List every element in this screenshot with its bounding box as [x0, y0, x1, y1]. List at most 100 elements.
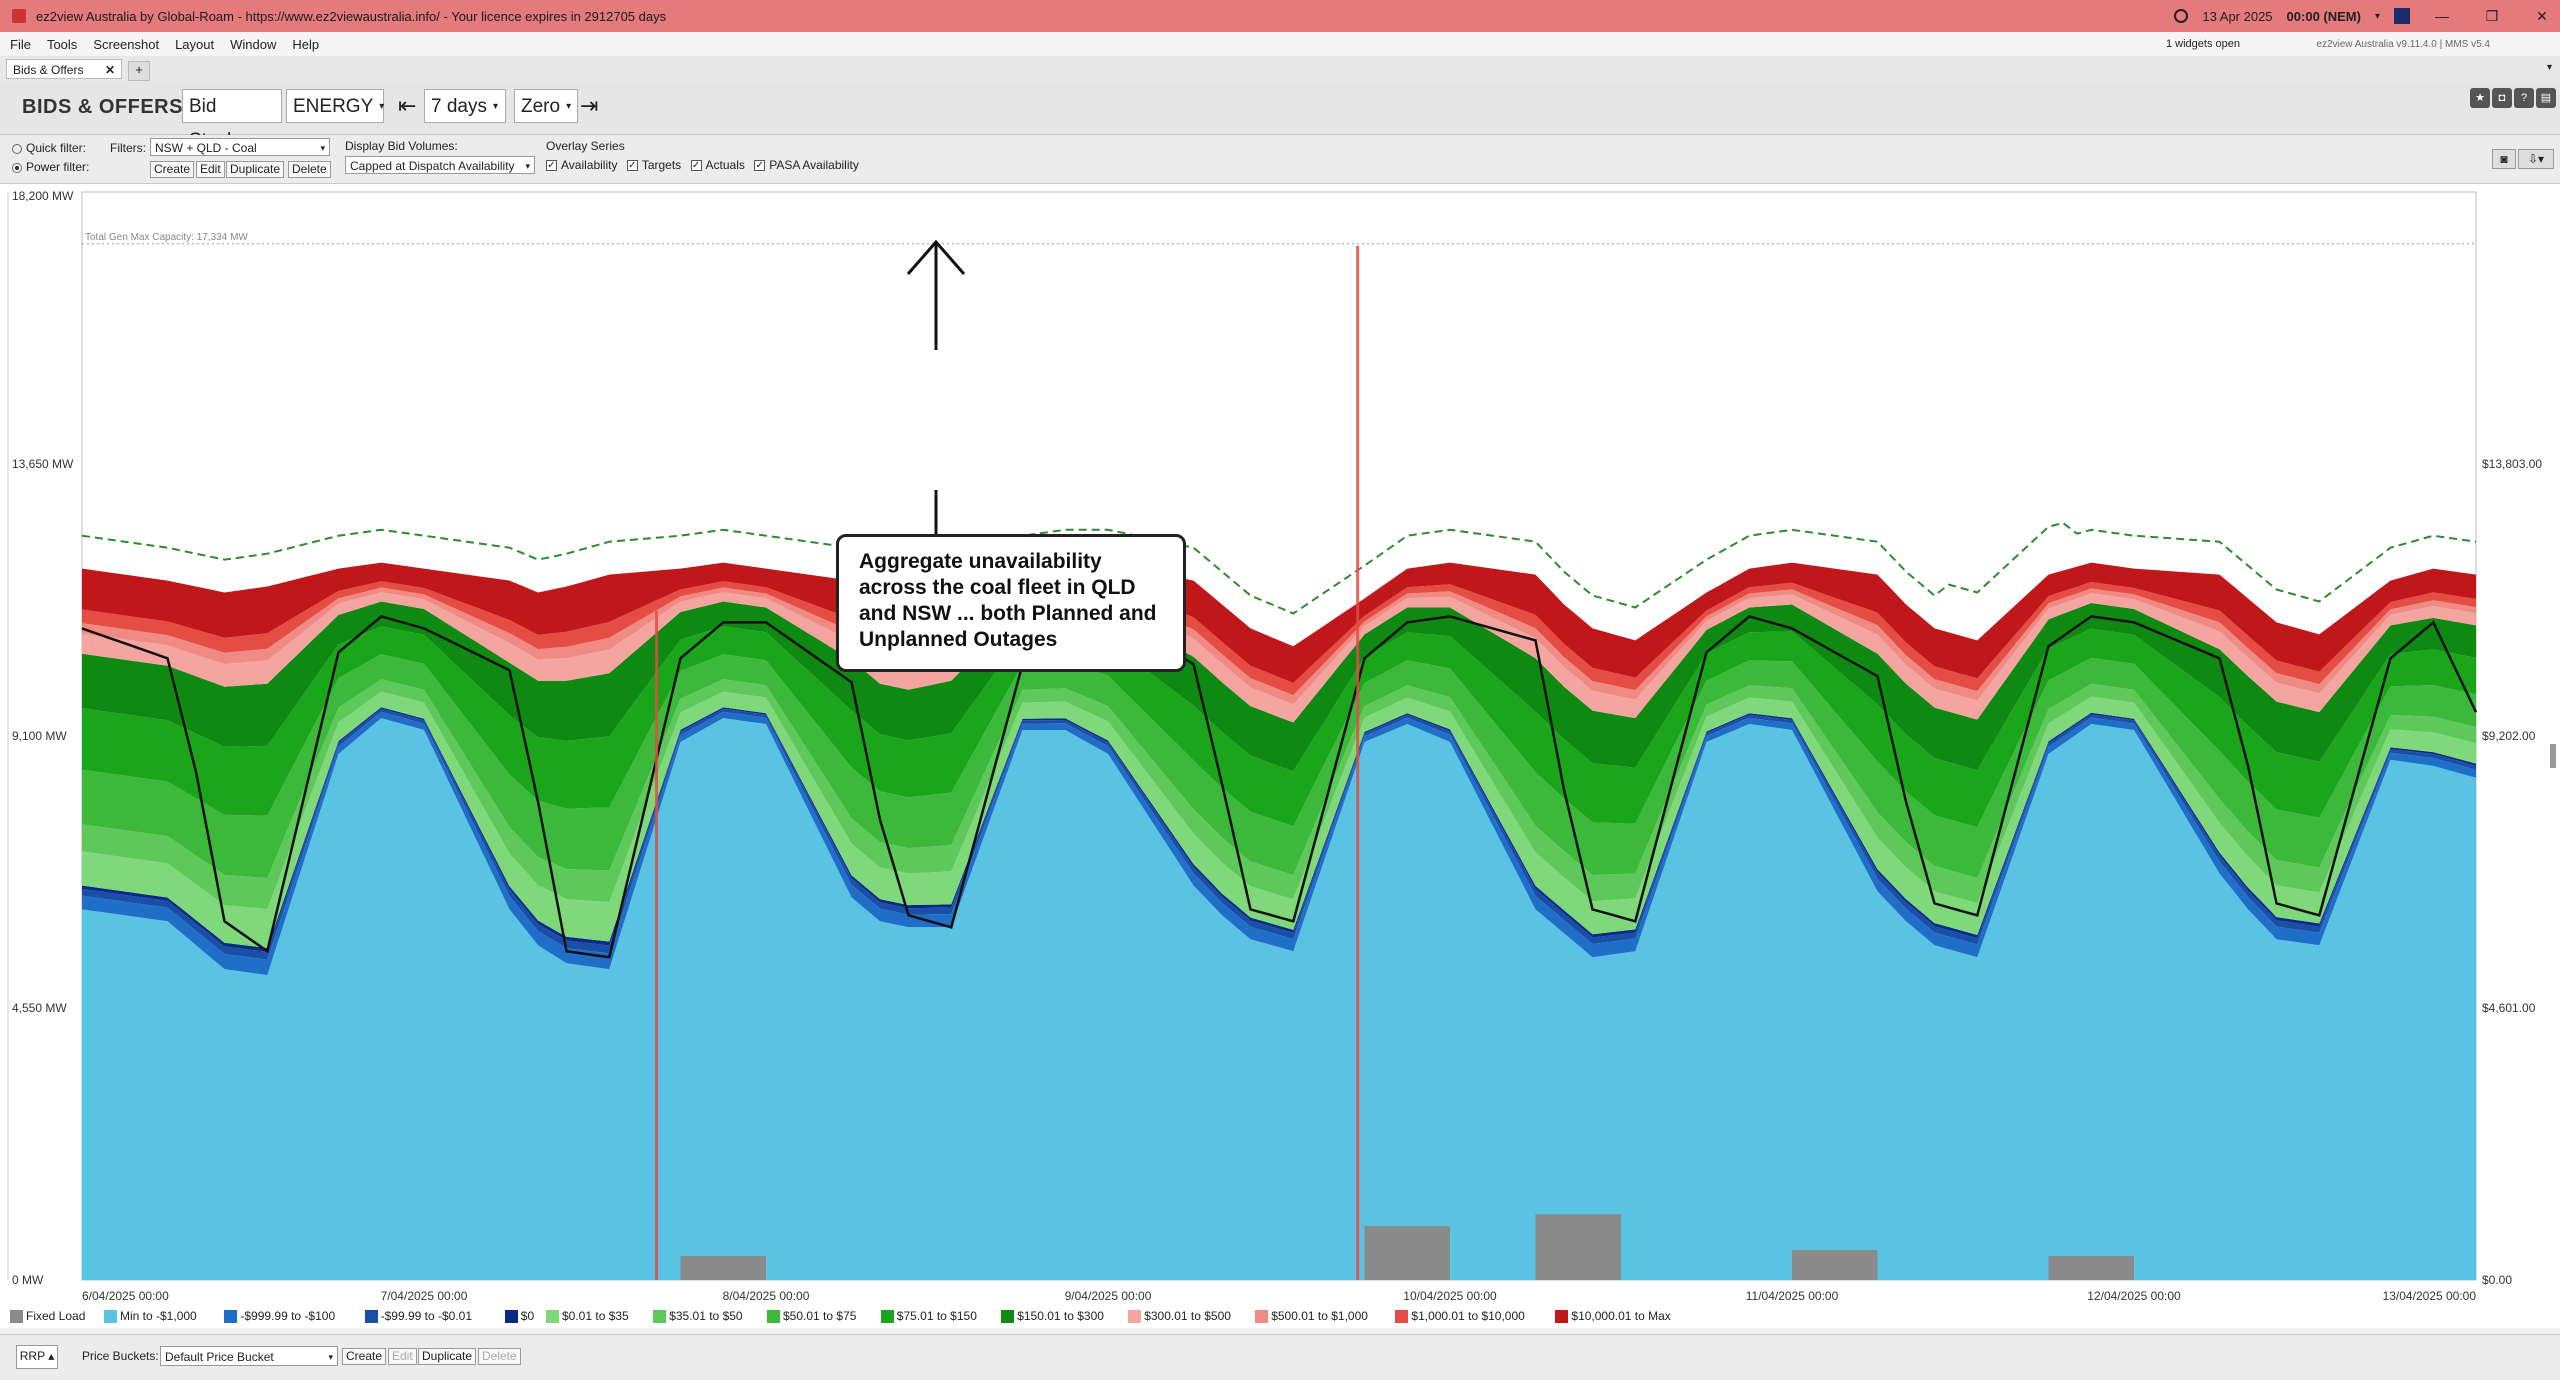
- chevron-down-icon: ▾: [566, 101, 572, 112]
- quick-filter-label: Quick filter:: [26, 141, 87, 155]
- duplicate-bucket-button[interactable]: Duplicate: [418, 1348, 477, 1365]
- overlay-availability-checkbox[interactable]: ✓ Availability: [546, 158, 623, 172]
- chevron-down-icon[interactable]: ▾: [2547, 62, 2552, 73]
- chart-legend: Fixed Load Min to -$1,000 -$999.99 to -$10…: [0, 1304, 2560, 1328]
- legend-item[interactable]: -$999.99 to -$100: [224, 1309, 335, 1324]
- legend-item[interactable]: Fixed Load: [10, 1309, 85, 1324]
- range-select[interactable]: 7 days ▾: [424, 89, 506, 123]
- overlay-pasa-checkbox[interactable]: ✓ PASA Availability: [754, 158, 865, 172]
- menu-tools[interactable]: Tools: [47, 37, 77, 52]
- legend-item[interactable]: $35.01 to $50: [653, 1309, 743, 1324]
- filter-select[interactable]: NSW + QLD - Coal ▾: [150, 138, 330, 156]
- chevron-down-icon: ▾: [525, 161, 530, 171]
- legend-swatch: [767, 1310, 780, 1324]
- market-date[interactable]: 13 Apr 2025: [2202, 9, 2272, 24]
- minimize-button[interactable]: —: [2424, 8, 2460, 24]
- fixed-load-block: [1364, 1226, 1450, 1280]
- legend-label: $150.01 to $300: [1017, 1309, 1104, 1323]
- overlay-label: PASA Availability: [769, 158, 859, 172]
- legend-item[interactable]: $0.01 to $35: [546, 1309, 629, 1324]
- chevron-down-icon[interactable]: ▾: [2375, 11, 2380, 22]
- duplicate-filter-button[interactable]: Duplicate: [226, 161, 285, 178]
- menu-file[interactable]: File: [10, 37, 31, 52]
- y2-tick-label: $13,803.00: [2482, 457, 2542, 471]
- first-interval-button[interactable]: ⇤: [398, 93, 416, 119]
- legend-item[interactable]: $0: [504, 1309, 534, 1324]
- legend-swatch: [880, 1310, 894, 1324]
- clock-icon: [2174, 9, 2189, 23]
- legend-item[interactable]: $10,000.01 to Max: [1555, 1309, 1671, 1324]
- power-filter-radio[interactable]: Power filter:: [12, 160, 89, 174]
- bid-stack-chart[interactable]: Total Gen Max Capacity: 17,334 MW 18,200 …: [0, 184, 2560, 1304]
- x-tick-label: 10/04/2025 00:00: [1403, 1289, 1497, 1303]
- window-title: ez2view Australia by Global-Roam - https…: [36, 8, 667, 24]
- delete-filter-button[interactable]: Delete: [288, 161, 331, 178]
- rrp-toggle-button[interactable]: RRP ▴: [16, 1345, 58, 1369]
- bid-stack-chart-area: Total Gen Max Capacity: 17,334 MW 18,200 …: [0, 184, 2560, 1304]
- close-button[interactable]: ✕: [2524, 8, 2560, 25]
- edit-filter-button[interactable]: Edit: [196, 161, 225, 178]
- edit-bucket-button[interactable]: Edit: [388, 1348, 417, 1365]
- create-filter-button[interactable]: Create: [150, 161, 195, 178]
- last-interval-button[interactable]: ⇥: [580, 93, 598, 119]
- export-icon[interactable]: ⇩▾: [2518, 149, 2554, 169]
- y2-tick-label: $4,601.00: [2482, 1001, 2536, 1015]
- create-bucket-button[interactable]: Create: [342, 1348, 387, 1365]
- market-select-value: ENERGY: [293, 96, 374, 118]
- help-icon[interactable]: ?: [2514, 88, 2534, 108]
- menu-help[interactable]: Help: [292, 37, 319, 52]
- overlay-targets-checkbox[interactable]: ✓ Targets: [626, 158, 687, 172]
- view-select[interactable]: Bid Stack▾: [182, 89, 282, 151]
- camera-icon[interactable]: ◘: [2492, 88, 2512, 108]
- legend-label: $35.01 to $50: [669, 1309, 743, 1323]
- tab-bids-offers[interactable]: Bids & Offers ✕: [6, 59, 122, 79]
- legend-label: $300.01 to $500: [1144, 1309, 1231, 1323]
- title-bar: ez2view Australia by Global-Roam - https…: [0, 0, 2560, 32]
- price-bucket-select[interactable]: Default Price Bucket ▾: [160, 1346, 338, 1366]
- legend-item[interactable]: $1,000.01 to $10,000: [1395, 1309, 1525, 1324]
- bid-volumes-select[interactable]: Capped at Dispatch Availability ▾: [345, 156, 535, 174]
- comment-icon[interactable]: ▤: [2536, 88, 2556, 108]
- legend-item[interactable]: $50.01 to $75: [767, 1309, 856, 1324]
- camera-icon[interactable]: ◙: [2492, 149, 2516, 169]
- legend-swatch: [504, 1310, 518, 1324]
- menu-screenshot[interactable]: Screenshot: [93, 37, 159, 52]
- capacity-label: Total Gen Max Capacity: 17,334 MW: [85, 232, 248, 243]
- version-label: ez2view Australia v9.11.4.0 | MMS v5.4: [2316, 38, 2490, 50]
- overlay-actuals-checkbox[interactable]: ✓ Actuals: [690, 158, 751, 172]
- legend-item[interactable]: $75.01 to $150: [880, 1309, 977, 1324]
- overlay-series-checkboxes: ✓ Availability ✓ Targets ✓ Actuals ✓ PASA Av…: [546, 158, 865, 172]
- app-icon: [12, 9, 26, 23]
- check-icon: ✓: [626, 160, 638, 172]
- baseline-select[interactable]: Zero ▾: [514, 89, 578, 123]
- legend-label: $1,000.01 to $10,000: [1411, 1309, 1525, 1323]
- legend-item[interactable]: $150.01 to $300: [1001, 1309, 1104, 1324]
- restore-button[interactable]: ❐: [2474, 8, 2510, 25]
- fixed-load-block: [1792, 1250, 1878, 1280]
- legend-item[interactable]: Min to -$1,000: [104, 1309, 197, 1324]
- legend-swatch: [1001, 1310, 1015, 1324]
- menu-window[interactable]: Window: [230, 37, 276, 52]
- x-tick-label: 11/04/2025 00:00: [1746, 1289, 1839, 1303]
- filter-select-value: NSW + QLD - Coal: [155, 141, 257, 155]
- legend-item[interactable]: $300.01 to $500: [1128, 1309, 1231, 1324]
- legend-swatch: [1555, 1310, 1569, 1324]
- x-tick-label: 13/04/2025 00:00: [2383, 1289, 2477, 1303]
- overlay-label: Availability: [561, 158, 618, 172]
- legend-item[interactable]: -$99.99 to -$0.01: [364, 1309, 472, 1324]
- add-tab-button[interactable]: +: [128, 61, 150, 81]
- ez2view-logo-icon[interactable]: [2394, 8, 2410, 24]
- tab-label: Bids & Offers: [13, 63, 84, 77]
- delete-bucket-button[interactable]: Delete: [478, 1348, 521, 1365]
- star-icon[interactable]: ★: [2470, 88, 2490, 108]
- menu-layout[interactable]: Layout: [175, 37, 214, 52]
- quick-filter-radio[interactable]: Quick filter:: [12, 141, 86, 155]
- market-select[interactable]: ENERGY ▾: [286, 89, 384, 123]
- y2-tick-label: $9,202.00: [2482, 729, 2536, 743]
- close-tab-icon[interactable]: ✕: [105, 60, 115, 80]
- price-buckets-label: Price Buckets:: [82, 1349, 159, 1363]
- y-tick-label: 4,550 MW: [12, 1001, 67, 1015]
- legend-item[interactable]: $500.01 to $1,000: [1255, 1309, 1368, 1324]
- radio-selected-icon: [12, 162, 22, 173]
- market-time[interactable]: 00:00 (NEM): [2287, 9, 2361, 24]
